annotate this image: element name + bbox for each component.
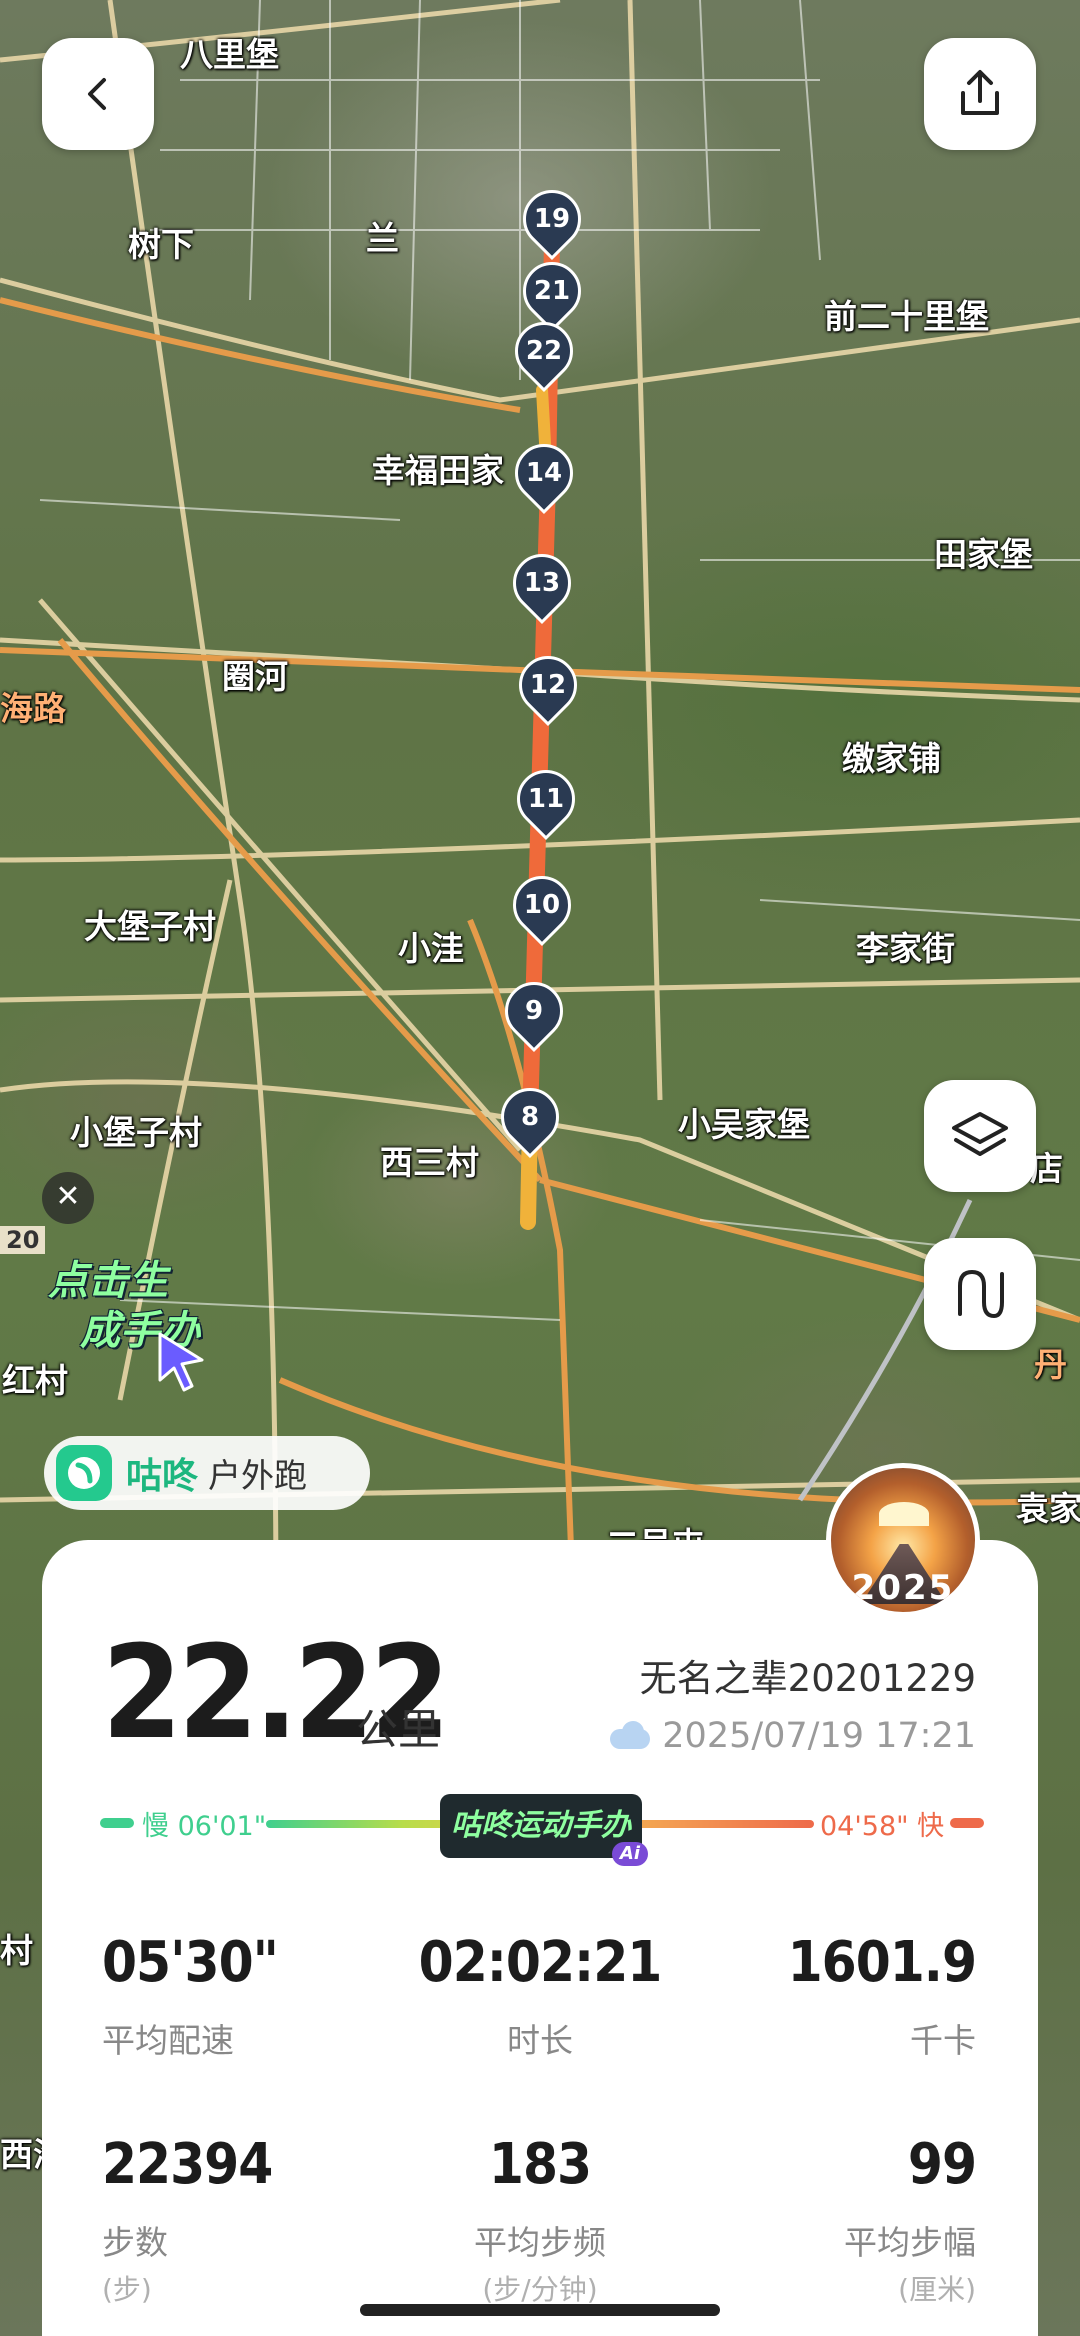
slow-dot bbox=[100, 1818, 134, 1828]
place-label: 小吴家堡 bbox=[678, 1105, 810, 1144]
stat-unit: (步) bbox=[102, 2272, 152, 2306]
stat-label: 平均步频 bbox=[474, 2222, 606, 2262]
route-icon bbox=[958, 1269, 1004, 1319]
slow-pace-label: 慢 06'01" bbox=[142, 1811, 267, 1842]
close-icon: ✕ bbox=[55, 1179, 81, 1214]
km-marker[interactable]: 10 bbox=[500, 863, 584, 947]
place-label: 八里堡 bbox=[180, 35, 279, 74]
cloud-icon bbox=[606, 1721, 652, 1751]
ai-tag: Ai bbox=[611, 1842, 648, 1866]
stat-label: 平均步幅 bbox=[844, 2222, 976, 2262]
app-brand-pill: 咕咚 户外跑 bbox=[44, 1436, 370, 1510]
stat-value: 99 bbox=[907, 2132, 977, 2197]
place-label: 丹 bbox=[1034, 1345, 1067, 1384]
km-marker[interactable]: 8 bbox=[488, 1075, 572, 1159]
place-label: 袁家 bbox=[1016, 1489, 1080, 1528]
distance-unit: 公里 bbox=[356, 1705, 441, 1754]
chevron-left-icon bbox=[88, 78, 106, 110]
figure-badge[interactable]: 咕咚运动手办 Ai bbox=[440, 1794, 648, 1866]
share-icon bbox=[961, 70, 999, 115]
km-marker[interactable]: 13 bbox=[500, 541, 584, 625]
stat-label: 平均配速 bbox=[102, 2020, 234, 2060]
km-marker[interactable]: 11 bbox=[504, 757, 588, 841]
user-avatar[interactable]: 2025 bbox=[826, 1463, 980, 1617]
back-button[interactable] bbox=[42, 38, 154, 150]
km-marker[interactable]: 14 bbox=[502, 431, 586, 515]
place-label: 前二十里堡 bbox=[824, 297, 989, 336]
home-indicator[interactable] bbox=[360, 2304, 720, 2316]
km-marker[interactable]: 12 bbox=[506, 643, 590, 727]
badge-text: 咕咚运动手办 bbox=[451, 1808, 631, 1843]
km-marker[interactable]: 22 bbox=[502, 309, 586, 393]
stat-label: 千卡 bbox=[910, 2020, 976, 2060]
place-label: 田家堡 bbox=[934, 535, 1033, 574]
fast-dot bbox=[950, 1818, 984, 1828]
stat-label: 时长 bbox=[507, 2020, 573, 2060]
close-promo-button[interactable]: ✕ bbox=[42, 1172, 94, 1224]
share-button[interactable] bbox=[924, 38, 1036, 150]
run-summary-card: 22.22 公里 无名之辈20201229 2025/07/19 17:21 慢… bbox=[42, 1540, 1038, 2336]
activity-type: 户外跑 bbox=[208, 1456, 308, 1495]
place-label: 圈河 bbox=[222, 657, 288, 696]
place-label: 缴家铺 bbox=[842, 739, 941, 778]
stat-value: 183 bbox=[488, 2132, 592, 2197]
stat-avg-pace: 05'30" 平均配速 bbox=[102, 1932, 402, 2062]
stat-calories: 1601.9 千卡 bbox=[676, 1930, 977, 2062]
username: 无名之辈20201229 bbox=[639, 1657, 976, 1700]
map-layers-button[interactable] bbox=[924, 1080, 1036, 1192]
fast-pace-label: 04'58" 快 bbox=[820, 1811, 945, 1842]
road-number-label: 20 bbox=[0, 1226, 46, 1254]
stat-unit: (厘米) bbox=[898, 2272, 976, 2306]
place-label: 小堡子村 bbox=[70, 1113, 202, 1152]
place-label: 村 bbox=[0, 1931, 33, 1970]
km-marker[interactable]: 9 bbox=[492, 969, 576, 1053]
stat-cadence: 183 平均步频 (步/分钟) bbox=[390, 2134, 690, 2308]
km-marker[interactable]: 19 bbox=[510, 177, 594, 261]
avatar-text: 2025 bbox=[851, 1568, 955, 1608]
run-datetime: 2025/07/19 17:21 bbox=[606, 1716, 976, 1756]
place-label: 大堡子村 bbox=[84, 907, 216, 946]
place-label: 树下 bbox=[128, 225, 194, 264]
generate-figure-promo[interactable]: 点击生 成手办 bbox=[40, 1248, 210, 1392]
datetime-text: 2025/07/19 17:21 bbox=[662, 1716, 976, 1756]
avatar-sun bbox=[879, 1502, 929, 1526]
place-label: 小洼 bbox=[398, 929, 464, 968]
stat-steps: 22394 步数 (步) bbox=[102, 2134, 402, 2308]
place-label: 西三村 bbox=[380, 1143, 479, 1182]
cursor-icon bbox=[158, 1332, 204, 1392]
route-toggle-button[interactable] bbox=[924, 1238, 1036, 1350]
place-label: 兰 bbox=[366, 219, 399, 258]
stat-stride: 99 平均步幅 (厘米) bbox=[676, 2132, 977, 2308]
stat-value: 1601.9 bbox=[787, 1930, 977, 1995]
brand-name: 咕咚 bbox=[126, 1456, 199, 1497]
stat-value: 02:02:21 bbox=[418, 1930, 663, 1995]
layers-icon bbox=[952, 1112, 1008, 1156]
app-logo-icon bbox=[56, 1445, 112, 1501]
place-label: 李家街 bbox=[856, 929, 955, 968]
stat-unit: (步/分钟) bbox=[482, 2272, 598, 2306]
stat-label: 步数 bbox=[102, 2222, 168, 2262]
stat-value: 05'30" bbox=[102, 1930, 279, 1995]
place-label: 海路 bbox=[0, 689, 66, 728]
stat-value: 22394 bbox=[102, 2132, 273, 2197]
stat-duration: 02:02:21 时长 bbox=[390, 1932, 690, 2062]
place-label: 幸福田家 bbox=[372, 451, 504, 490]
